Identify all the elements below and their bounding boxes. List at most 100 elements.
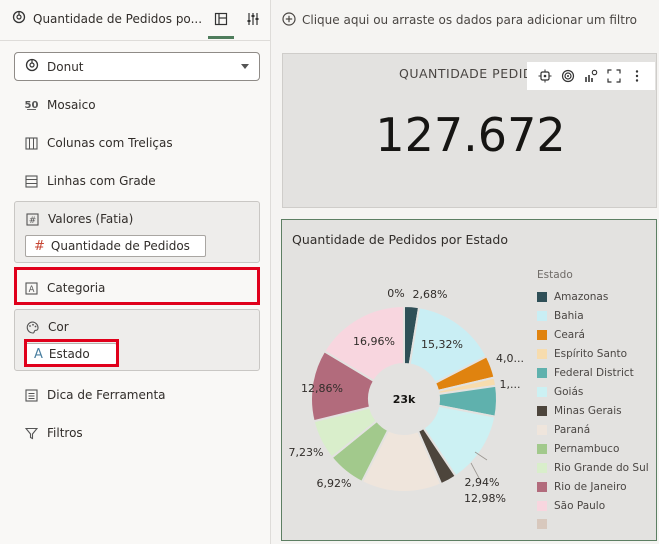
active-tab-indicator	[208, 36, 234, 39]
trellis-columns-label: Colunas com Treliças	[47, 136, 173, 150]
legend-label: Bahia	[554, 310, 584, 322]
legend-item[interactable]: Rio Grande do Sul	[537, 462, 649, 474]
donut-chart-icon	[25, 58, 39, 75]
legend-item[interactable]: Pernambuco	[537, 443, 619, 455]
filter-icon	[24, 426, 39, 441]
drop-target-trellis-columns[interactable]: Colunas com Treliças	[24, 134, 173, 152]
legend-item[interactable]: Paraná	[537, 424, 590, 436]
legend-label: Goiás	[554, 386, 584, 398]
viz-type-dropdown[interactable]: Donut	[14, 52, 260, 81]
legend-swatch	[537, 482, 547, 492]
hash-icon: #	[25, 212, 40, 227]
legend-item[interactable]: Amazonas	[537, 291, 608, 303]
legend-label: São Paulo	[554, 500, 606, 512]
grid-rows-label: Linhas com Grade	[47, 174, 156, 188]
legend-label: Espírito Santo	[554, 348, 628, 360]
tab-title: Quantidade de Pedidos po...	[33, 11, 203, 26]
slice-data-label: 0%	[387, 287, 404, 300]
slice-data-label: 1,...	[500, 378, 521, 391]
slice-data-label: 12,86%	[301, 382, 343, 395]
highlight-category	[14, 267, 260, 305]
legend-label: Rio de Janeiro	[554, 481, 627, 493]
slice-data-label: 12,98%	[464, 492, 506, 505]
mosaic-label: Mosaico	[47, 98, 96, 112]
legend-swatch	[537, 349, 547, 359]
legend-swatch	[537, 501, 547, 511]
legend-item[interactable]: Goiás	[537, 386, 583, 398]
slice-data-label: 7,23%	[289, 446, 324, 459]
kpi-title: QUANTIDADE PEDID	[399, 66, 534, 81]
slice-data-label: 6,92%	[317, 477, 352, 490]
mosaic-icon: 5͟0	[24, 99, 39, 111]
tooltip-label: Dica de Ferramenta	[47, 388, 166, 402]
legend-item[interactable]: Bahia	[537, 310, 584, 322]
svg-text:#: #	[29, 216, 37, 226]
drop-target-mosaic[interactable]: 5͟0 Mosaico	[24, 96, 96, 114]
legend-item[interactable]: Minas Gerais	[537, 405, 622, 417]
legend-title: Estado	[537, 269, 573, 281]
values-pill[interactable]: # Quantidade de Pedidos	[25, 235, 206, 257]
values-header: # Valores (Fatia)	[25, 210, 133, 228]
properties-tab-icon[interactable]	[244, 10, 262, 28]
legend-swatch	[537, 519, 547, 529]
tab-visualization[interactable]: Quantidade de Pedidos po...	[12, 10, 202, 27]
slice-data-label: 4,0...	[496, 352, 524, 365]
legend-item[interactable]: Federal District	[537, 367, 634, 379]
grammar-tab-icon[interactable]	[212, 10, 230, 28]
filter-hint: Clique aqui ou arraste os dados para adi…	[302, 13, 637, 27]
donut-chart: 23k 2,68% 15,32% 4,0... 1,... 12,98% 2,94% 6,92…	[289, 287, 524, 505]
legend-swatch	[537, 387, 547, 397]
target-icon[interactable]	[559, 67, 577, 85]
color-label: Cor	[48, 320, 69, 334]
add-filter-icon[interactable]	[282, 11, 296, 29]
viz-toolbar	[527, 62, 655, 90]
highlight-color-pill	[24, 339, 119, 367]
grid-rows-icon	[24, 174, 39, 189]
legend-item[interactable]	[537, 519, 554, 529]
legend-label: Minas Gerais	[554, 405, 622, 417]
panel-tabbar: Quantidade de Pedidos po...	[0, 0, 270, 40]
legend-swatch	[537, 463, 547, 473]
legend-label: Paraná	[554, 424, 591, 436]
donut-chart-icon	[12, 10, 26, 27]
legend-swatch	[537, 406, 547, 416]
legend-swatch	[537, 330, 547, 340]
filter-bar[interactable]: Clique aqui ou arraste os dados para adi…	[272, 0, 659, 40]
values-pill-label: Quantidade de Pedidos	[50, 239, 190, 253]
tooltip-icon	[24, 388, 39, 403]
values-label: Valores (Fatia)	[48, 212, 134, 226]
legend-swatch	[537, 425, 547, 435]
legend-item[interactable]: São Paulo	[537, 500, 605, 512]
color-header: Cor	[25, 318, 69, 336]
slice-data-label: 15,32%	[421, 338, 463, 351]
legend-swatch	[537, 368, 547, 378]
legend-item[interactable]: Ceará	[537, 329, 585, 341]
explain-icon[interactable]	[536, 67, 554, 85]
legend-label: Ceará	[554, 329, 585, 341]
more-options-icon[interactable]	[628, 67, 646, 85]
legend-label: Amazonas	[554, 291, 609, 303]
legend-swatch	[537, 292, 547, 302]
legend-swatch	[537, 444, 547, 454]
maximize-icon[interactable]	[605, 67, 623, 85]
slice-data-label: 2,94%	[465, 476, 500, 489]
divider	[0, 40, 270, 41]
kpi-value: 127.672	[375, 108, 566, 162]
app-root: Quantidade de Pedidos po... Donut 5͟0 Mo…	[0, 0, 659, 544]
legend-item[interactable]: Espírito Santo	[537, 348, 627, 360]
trellis-columns-icon	[24, 136, 39, 151]
slice-data-label: 2,68%	[413, 288, 448, 301]
slice-data-label: 16,96%	[353, 335, 395, 348]
drop-target-filters[interactable]: Filtros	[24, 424, 83, 442]
donut-chart-tile[interactable]: Quantidade de Pedidos por Estado 23k 2,68…	[281, 219, 657, 541]
legend-item[interactable]: Rio de Janeiro	[537, 481, 627, 493]
drop-target-tooltip[interactable]: Dica de Ferramenta	[24, 386, 166, 404]
values-group: # Valores (Fatia) # Quantidade de Pedido…	[14, 201, 260, 263]
chevron-down-icon	[241, 64, 249, 69]
viz-type-label: Donut	[47, 59, 84, 74]
analytics-icon[interactable]	[582, 67, 600, 85]
drop-target-grid-rows[interactable]: Linhas com Grade	[24, 172, 156, 190]
properties-panel: Quantidade de Pedidos po... Donut 5͟0 Mo…	[0, 0, 271, 544]
kpi-tile[interactable]: QUANTIDADE PEDID 127.672	[282, 53, 657, 208]
donut-center-label: 23k	[393, 393, 416, 406]
